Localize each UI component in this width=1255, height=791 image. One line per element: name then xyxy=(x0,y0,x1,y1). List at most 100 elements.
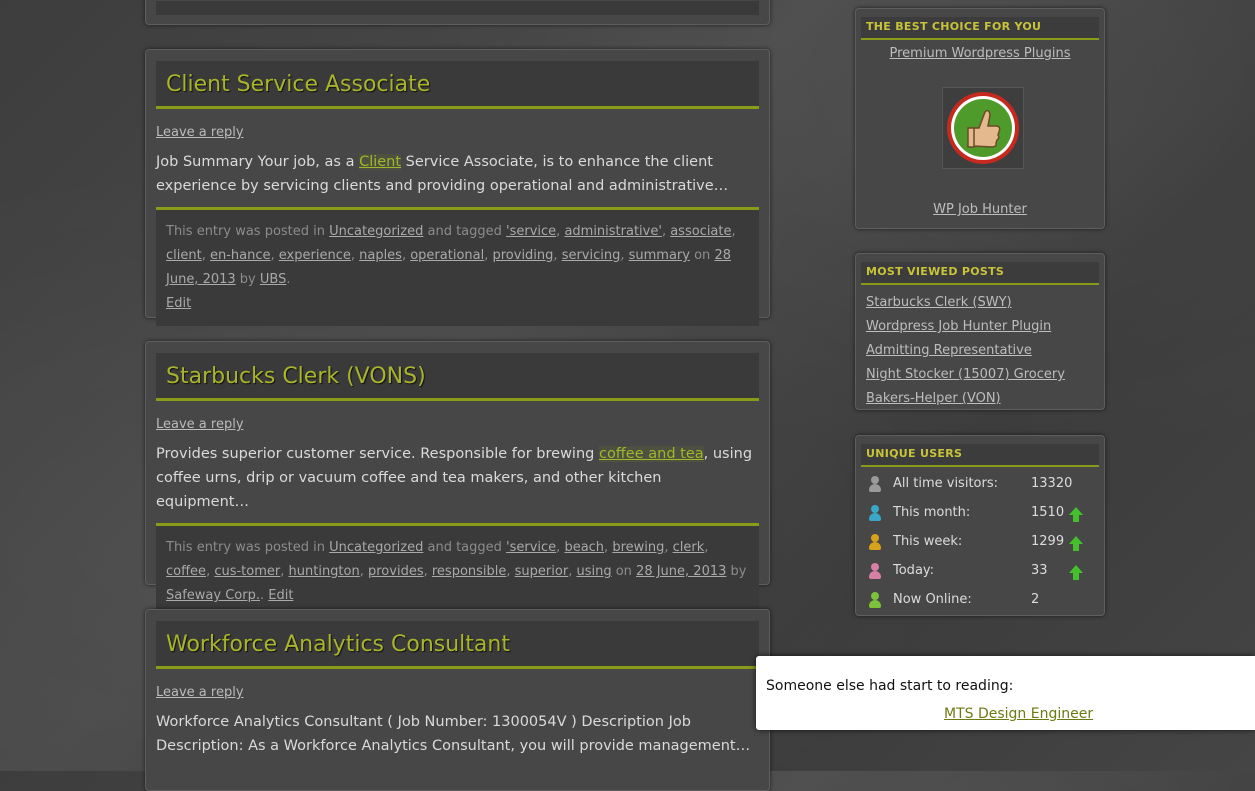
user-icon xyxy=(868,591,882,608)
meta-text: This entry was posted in xyxy=(166,224,330,239)
notification-link[interactable]: MTS Design Engineer xyxy=(944,706,1093,722)
most-viewed-link[interactable]: Starbucks Clerk (SWY) xyxy=(866,291,1094,315)
most-viewed-link[interactable]: Night Stocker (15007) Grocery xyxy=(866,363,1094,387)
post-starbucks-clerk: Starbucks Clerk (VONS) Leave a reply Pro… xyxy=(145,341,770,618)
meta-text: on xyxy=(689,248,715,263)
stats-list: All time visitors: 13320 This month: 1510 Th… xyxy=(856,469,1104,614)
trend-up-icon xyxy=(1069,535,1083,551)
most-viewed-link[interactable]: Wordpress Job Hunter Plugin xyxy=(866,315,1094,339)
widget-most-viewed: MOST VIEWED POSTS Starbucks Clerk (SWY) W… xyxy=(855,253,1105,410)
stat-row: Now Online: 2 xyxy=(868,585,1104,614)
meta-text: and tagged xyxy=(423,540,507,555)
post-title[interactable]: Workforce Analytics Consultant xyxy=(156,621,759,668)
tag-link[interactable]: 'service xyxy=(506,540,556,555)
most-viewed-link[interactable]: Bakers-Helper (VON) xyxy=(866,387,1094,411)
tag-link[interactable]: naples xyxy=(359,248,402,263)
meta-text: by xyxy=(726,564,747,579)
user-icon xyxy=(868,504,882,521)
trend-up-icon xyxy=(1069,506,1083,522)
tag-link[interactable]: superior xyxy=(515,564,569,579)
tag-link[interactable]: summary xyxy=(629,248,690,263)
stat-label: This month: xyxy=(893,505,971,520)
tag-link[interactable]: servicing xyxy=(562,248,621,263)
edit-link[interactable]: Edit xyxy=(268,588,293,603)
meta-text: on xyxy=(611,564,637,579)
stat-row: All time visitors: 13320 xyxy=(868,469,1104,498)
edit-link[interactable]: Edit xyxy=(166,296,191,311)
user-icon xyxy=(868,533,882,550)
post-excerpt: Provides superior customer service. Resp… xyxy=(156,442,759,514)
tag-link[interactable]: en-hance xyxy=(210,248,271,263)
post-workforce-analytics: Workforce Analytics Consultant Leave a r… xyxy=(145,609,770,791)
tag-link[interactable]: associate xyxy=(670,224,731,239)
post-meta: This entry was posted in Uncategorized a… xyxy=(156,523,759,618)
stat-label: Today: xyxy=(893,563,935,578)
tag-link[interactable]: providing xyxy=(492,248,553,263)
leave-reply-link[interactable]: Leave a reply xyxy=(156,125,759,140)
tag-link[interactable]: experience xyxy=(279,248,351,263)
post-meta: This entry was posted in Uncategorized a… xyxy=(156,207,759,326)
tag-link[interactable]: using xyxy=(576,564,611,579)
stat-row: This week: 1299 xyxy=(868,527,1104,556)
meta-text: by xyxy=(235,272,260,287)
category-link[interactable]: Uncategorized xyxy=(329,224,423,239)
excerpt-link[interactable]: Client xyxy=(359,154,402,170)
stat-label: Now Online: xyxy=(893,592,972,607)
wp-job-hunter-link[interactable]: WP Job Hunter xyxy=(933,202,1027,217)
user-icon xyxy=(868,562,882,579)
widget-title: MOST VIEWED POSTS xyxy=(861,262,1099,285)
user-icon xyxy=(868,475,882,492)
author-link[interactable]: UBS xyxy=(260,272,286,287)
tag-link[interactable]: beach xyxy=(564,540,604,555)
trend-up-icon xyxy=(1069,564,1083,580)
post-title[interactable]: Client Service Associate xyxy=(156,61,759,108)
tag-link[interactable]: brewing xyxy=(612,540,664,555)
stat-value: 1510 xyxy=(1031,505,1065,520)
excerpt-link[interactable]: coffee and tea xyxy=(598,446,704,462)
post-meta-bar xyxy=(156,1,759,15)
tag-link[interactable]: 'service xyxy=(506,224,556,239)
widget-title: THE BEST CHOICE FOR YOU xyxy=(861,17,1099,40)
leave-reply-link[interactable]: Leave a reply xyxy=(156,417,759,432)
date-link[interactable]: 28 June, 2013 xyxy=(636,564,726,579)
post-excerpt: Job Summary Your job, as a Client Servic… xyxy=(156,150,759,198)
thumbs-up-icon[interactable] xyxy=(942,87,1024,169)
stat-label: This week: xyxy=(893,534,963,549)
post-title[interactable]: Starbucks Clerk (VONS) xyxy=(156,353,759,400)
tag-link[interactable]: huntington xyxy=(289,564,360,579)
stat-value: 2 xyxy=(1031,592,1040,607)
excerpt-text: Job Summary Your job, as a xyxy=(156,154,360,170)
post-partial-top xyxy=(145,0,770,25)
tag-link[interactable]: operational xyxy=(410,248,484,263)
widget-title: UNIQUE USERS xyxy=(861,444,1099,467)
post-header: Workforce Analytics Consultant xyxy=(156,621,759,669)
tag-link[interactable]: clerk xyxy=(673,540,705,555)
tag-link[interactable]: administrative' xyxy=(564,224,662,239)
meta-text: and tagged xyxy=(423,224,507,239)
tag-link[interactable]: client xyxy=(166,248,202,263)
widget-best-choice: THE BEST CHOICE FOR YOU Premium Wordpres… xyxy=(855,8,1105,229)
tag-link[interactable]: cus-tomer xyxy=(214,564,280,579)
notification-text: Someone else had start to reading: xyxy=(766,678,1014,694)
most-viewed-link[interactable]: Admitting Representative xyxy=(866,339,1094,363)
post-excerpt: Workforce Analytics Consultant ( Job Num… xyxy=(156,714,751,754)
author-link[interactable]: Safeway Corp. xyxy=(166,588,260,603)
widget-unique-users: UNIQUE USERS All time visitors: 13320 This… xyxy=(855,435,1105,616)
reading-notification: Someone else had start to reading: MTS D… xyxy=(756,656,1255,730)
post-client-service-associate: Client Service Associate Leave a reply J… xyxy=(145,49,770,326)
most-viewed-list: Starbucks Clerk (SWY) Wordpress Job Hunte… xyxy=(866,291,1094,411)
meta-text: This entry was posted in xyxy=(166,540,330,555)
tag-link[interactable]: provides xyxy=(368,564,424,579)
stat-label: All time visitors: xyxy=(893,476,998,491)
tag-link[interactable]: responsible xyxy=(432,564,507,579)
tag-link[interactable]: coffee xyxy=(166,564,206,579)
excerpt-text: Provides superior customer service. Resp… xyxy=(156,446,599,462)
stat-value: 1299 xyxy=(1031,534,1065,549)
post-header: Starbucks Clerk (VONS) xyxy=(156,353,759,401)
leave-reply-link[interactable]: Leave a reply xyxy=(156,685,759,700)
premium-plugins-link[interactable]: Premium Wordpress Plugins xyxy=(890,46,1071,61)
stat-row: This month: 1510 xyxy=(868,498,1104,527)
stat-value: 33 xyxy=(1031,563,1048,578)
category-link[interactable]: Uncategorized xyxy=(329,540,423,555)
stat-value: 13320 xyxy=(1031,476,1073,491)
